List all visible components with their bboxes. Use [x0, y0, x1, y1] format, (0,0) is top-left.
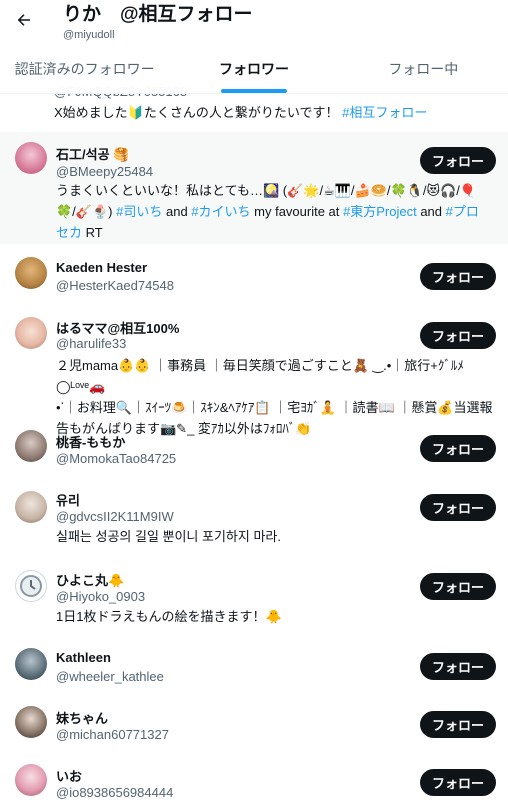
bio-text: ２児mama👶👶 ｜事務員 ｜毎日笑顔で過ごすこと🧸 ‿.•｜旅行+ｸﾞﾙﾒ◯ᴸ…	[56, 358, 464, 394]
follow-button[interactable]: フォロー	[420, 494, 496, 521]
tab-active-indicator	[220, 89, 287, 93]
avatar[interactable]	[15, 570, 47, 602]
tab-verified-followers[interactable]: 認証済みのフォロワー	[0, 44, 169, 93]
user-handle: @michan60771327	[56, 727, 169, 742]
avatar[interactable]	[15, 706, 47, 738]
list-item[interactable]: Kathleen @wheeler_kathlee フォロー	[0, 638, 508, 696]
user-name[interactable]: Kaeden Hester	[56, 260, 147, 275]
user-handle: @MomokaTao84725	[56, 451, 177, 466]
user-name[interactable]: 石工/석공 🥞	[56, 144, 129, 163]
hashtag-link[interactable]: #相互フォロー	[342, 105, 427, 120]
bio-text: 🍀/🎸🍨)	[56, 204, 113, 219]
user-handle: @gdvcsII2K11M9IW	[56, 509, 174, 524]
follow-button[interactable]: フォロー	[420, 435, 496, 462]
bio-text: 1日1枚ドラえもんの絵を描きます！🐥	[56, 609, 282, 624]
user-handle: @Hiyoko_0903	[56, 589, 146, 604]
user-bio: X始めました🔰たくさんの人と繋がりたいです！ #相互フォロー	[54, 104, 494, 121]
tab-bar: 認証済みのフォロワー フォロワー フォロー中	[0, 44, 508, 93]
avatar[interactable]	[15, 142, 47, 174]
tab-label: フォロワー	[218, 60, 289, 77]
hashtag-link[interactable]: #プロ	[446, 204, 479, 219]
bio-text: 실패는 성공의 길일 뿐이니 포기하지 마라.	[56, 529, 281, 544]
list-item[interactable]: はるママ@相互100% @harulife33 ２児mama👶👶 ｜事務員 ｜毎…	[0, 302, 508, 436]
list-item[interactable]: 유리 @gdvcsII2K11M9IW 실패는 성공의 길일 뿐이니 포기하지 …	[0, 478, 508, 558]
list-item[interactable]: いお @io8938656984444 フォロー	[0, 754, 508, 800]
list-item[interactable]: 妹ちゃん @michan60771327 フォロー	[0, 696, 508, 754]
user-handle: @HesterKaed74548	[56, 278, 174, 293]
user-name[interactable]: はるママ@相互100%	[56, 318, 179, 337]
follow-button[interactable]: フォロー	[420, 147, 496, 174]
user-name[interactable]: いお	[56, 766, 82, 785]
user-bio: うまくいくといいな！私はとても…🎑 (🎸🌟/☕🎹/🍰🥯/🍀🐧/😻🎧/🎈 🍀/🎸🍨…	[56, 180, 496, 243]
page-handle: @miyudoll	[63, 29, 115, 41]
tab-label: 認証済みのフォロワー	[14, 60, 155, 77]
avatar[interactable]	[15, 648, 47, 680]
avatar[interactable]	[15, 430, 47, 462]
list-item[interactable]: 石工/석공 🥞 @BMeepy25484 うまくいくといいな！私はとても…🎑 (…	[0, 132, 508, 244]
bio-text: •ᐝ｜お料理🔍｜ｽｲｰﾂ🍮｜ｽｷﾝ&ﾍｱｹｱ📋 ｜宅ﾖｶﾞ🧘 ｜読書📖 ｜懸賞💰…	[56, 400, 493, 415]
profile-title-block: りか @相互フォロー @miyudoll	[63, 3, 253, 41]
header: りか @相互フォロー @miyudoll 認証済みのフォロワー フォロワー フォ…	[0, 0, 508, 94]
list-item[interactable]: 桃香-ももか @MomokaTao84725 フォロー	[0, 420, 508, 478]
user-name[interactable]: ひよこ丸🐥	[56, 570, 124, 589]
user-handle: @wheeler_kathlee	[56, 669, 164, 684]
bio-text: X始めました🔰たくさんの人と繋がりたいです！	[54, 105, 339, 120]
tab-label: フォロー中	[388, 60, 459, 77]
user-name[interactable]: 유리	[56, 490, 80, 509]
follow-button[interactable]: フォロー	[420, 653, 496, 680]
user-handle: @BMeepy25484	[56, 164, 154, 179]
user-handle: @io8938656984444	[56, 785, 174, 800]
hashtag-link[interactable]: #司いち	[116, 204, 162, 219]
back-button[interactable]	[12, 8, 36, 32]
list-item[interactable]: Kaeden Hester @HesterKaed74548 フォロー	[0, 244, 508, 302]
bio-text: うまくいくといいな！私はとても…🎑 (🎸🌟/☕🎹/🍰🥯/🍀🐧/😻🎧/🎈	[56, 183, 477, 198]
user-name[interactable]: 桃香-ももか	[56, 432, 125, 451]
user-handle: @harulife33	[56, 336, 127, 351]
bio-text: and	[162, 204, 192, 219]
user-name[interactable]: 妹ちゃん	[56, 708, 108, 727]
clock-icon	[20, 575, 42, 597]
bio-text: and	[416, 204, 446, 219]
bio-line: 🍀/🎸🍨) #司いち and #カイいち my favourite at #東方…	[56, 201, 496, 222]
avatar[interactable]	[15, 491, 47, 523]
hashtag-link[interactable]: #カイいち	[191, 204, 250, 219]
follow-button[interactable]: フォロー	[420, 573, 496, 600]
hashtag-link[interactable]: セカ	[56, 225, 82, 240]
avatar[interactable]	[15, 257, 47, 289]
follow-button[interactable]: フォロー	[420, 711, 496, 738]
user-name[interactable]: Kathleen	[56, 650, 111, 665]
list-item[interactable]: ひよこ丸🐥 @Hiyoko_0903 1日1枚ドラえもんの絵を描きます！🐥 フォ…	[0, 558, 508, 638]
tab-followers[interactable]: フォロワー	[169, 44, 338, 93]
arrow-left-icon	[17, 14, 30, 26]
page-title: りか @相互フォロー	[63, 4, 253, 25]
bio-text: my favourite at	[250, 204, 344, 219]
avatar[interactable]	[15, 317, 47, 349]
bio-line: セカ RT	[56, 222, 496, 243]
follow-button[interactable]: フォロー	[420, 263, 496, 290]
follow-button[interactable]: フォロー	[420, 769, 496, 796]
hashtag-link[interactable]: #東方Project	[343, 204, 417, 219]
bio-text: RT	[82, 225, 103, 240]
tab-following[interactable]: フォロー中	[339, 44, 508, 93]
avatar[interactable]	[15, 764, 47, 796]
follow-button[interactable]: フォロー	[420, 322, 496, 349]
